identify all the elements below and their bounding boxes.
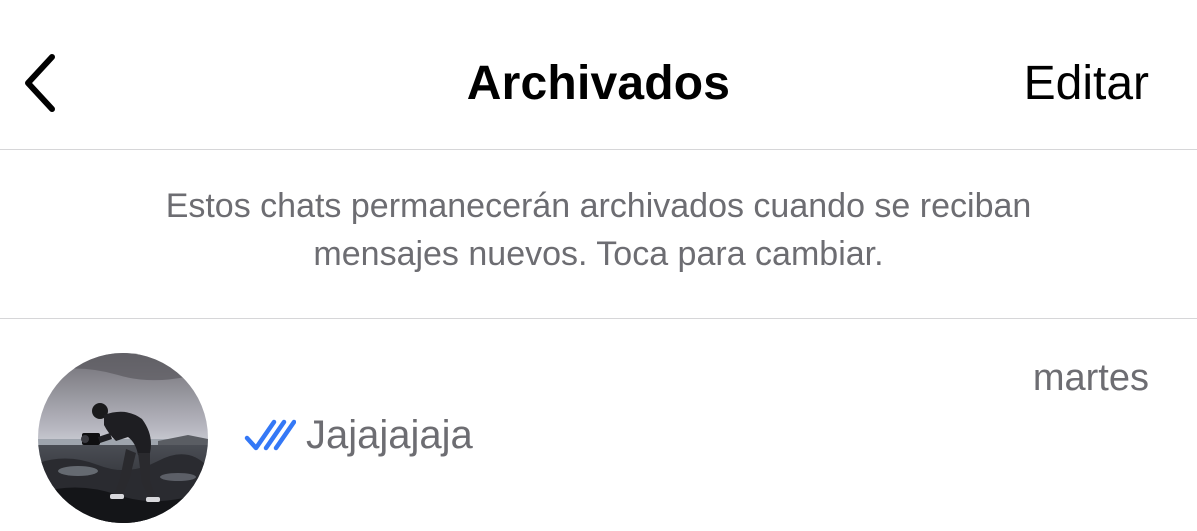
page-title: Archivados	[466, 57, 731, 110]
archived-chats-screen: Archivados Editar Estos chats permanecer…	[0, 0, 1197, 531]
last-message-preview: Jajajajaja	[244, 413, 473, 458]
navigation-bar: Archivados Editar	[0, 0, 1197, 150]
banner-text: Estos chats permanecerán archivados cuan…	[99, 182, 1099, 278]
chat-list-item[interactable]: martes Jajajajaja	[0, 319, 1197, 531]
avatar	[38, 353, 208, 523]
edit-button[interactable]: Editar	[1024, 56, 1149, 111]
banner-line-1: Estos chats permanecerán archivados cuan…	[165, 187, 1032, 225]
double-check-icon	[244, 418, 296, 454]
last-message-text: Jajajajaja	[306, 413, 473, 457]
archive-settings-banner[interactable]: Estos chats permanecerán archivados cuan…	[0, 150, 1197, 319]
contact-photo	[38, 353, 208, 523]
chat-timestamp: martes	[1032, 357, 1149, 399]
banner-line-2: mensajes nuevos. Toca para cambiar.	[313, 235, 884, 273]
